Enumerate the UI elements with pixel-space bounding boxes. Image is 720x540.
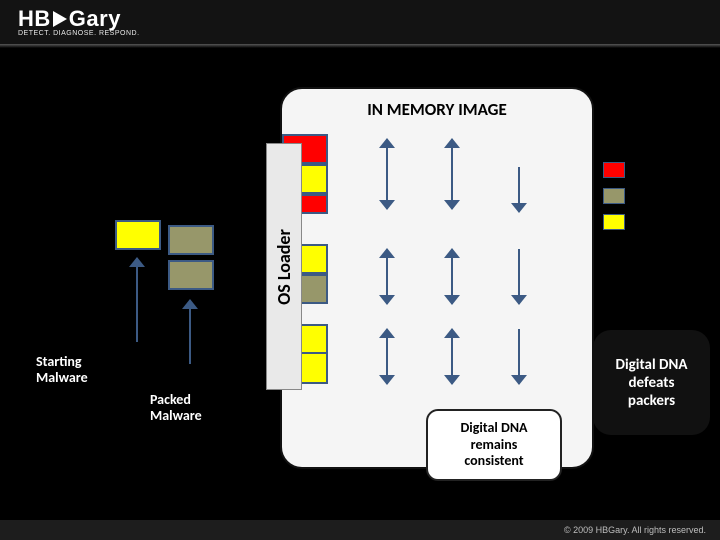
dna-consistent-box: Digital DNA remains consistent xyxy=(426,409,562,481)
arrow-c-r-mid xyxy=(511,249,527,304)
footer: © 2009 HBGary. All rights reserved. xyxy=(0,520,720,540)
logo-part2: Gary xyxy=(69,6,121,31)
dna-defeats-label: Digital DNA defeats packers xyxy=(616,356,688,410)
swatch-olive xyxy=(603,188,625,204)
arrow-b-c-bot xyxy=(444,329,460,384)
header-bar: HB Gary DETECT. DIAGNOSE. RESPOND. xyxy=(0,0,720,48)
packed-block-1 xyxy=(168,225,214,255)
packed-block-2 xyxy=(168,260,214,290)
arrow-a-b-bot xyxy=(379,329,395,384)
legend-packer1-label: Packer #1 xyxy=(631,163,683,178)
arrow-b-c-mid xyxy=(444,249,460,304)
starting-block xyxy=(115,220,161,250)
legend-decrypted-label: Decrypted Original xyxy=(631,214,687,244)
label-starting: Starting Malware xyxy=(36,354,88,386)
arrow-to-starting xyxy=(136,258,138,342)
arrow-to-packed xyxy=(189,300,191,364)
tagline: DETECT. DIAGNOSE. RESPOND. xyxy=(18,30,140,37)
arrow-a-b-top xyxy=(379,139,395,209)
logo-triangle-icon xyxy=(53,11,67,27)
dna-defeats-pill: Digital DNA defeats packers xyxy=(593,330,710,435)
swatch-red xyxy=(603,162,625,178)
logo-part1: HB xyxy=(18,6,51,31)
swatch-yellow xyxy=(603,214,625,230)
arrow-b-c-top xyxy=(444,139,460,209)
memory-panel-title: IN MEMORY IMAGE xyxy=(282,99,592,120)
label-packed: Packed Malware xyxy=(150,392,202,424)
legend-packer2-label: Packer #2 xyxy=(631,189,683,204)
os-loader-label: OS Loader xyxy=(273,229,295,305)
arrow-c-r-top xyxy=(511,167,527,212)
legend-packer1: Packer #1 xyxy=(603,162,683,178)
arrow-a-b-mid xyxy=(379,249,395,304)
dna-consistent-label: Digital DNA remains consistent xyxy=(460,420,527,470)
legend-decrypted: Decrypted Original xyxy=(603,214,687,244)
header-underglow xyxy=(0,44,720,48)
footer-text: © 2009 HBGary. All rights reserved. xyxy=(564,525,706,535)
os-loader-bar: OS Loader xyxy=(266,143,302,390)
arrow-c-r-bot xyxy=(511,329,527,384)
legend-packer2: Packer #2 xyxy=(603,188,683,204)
